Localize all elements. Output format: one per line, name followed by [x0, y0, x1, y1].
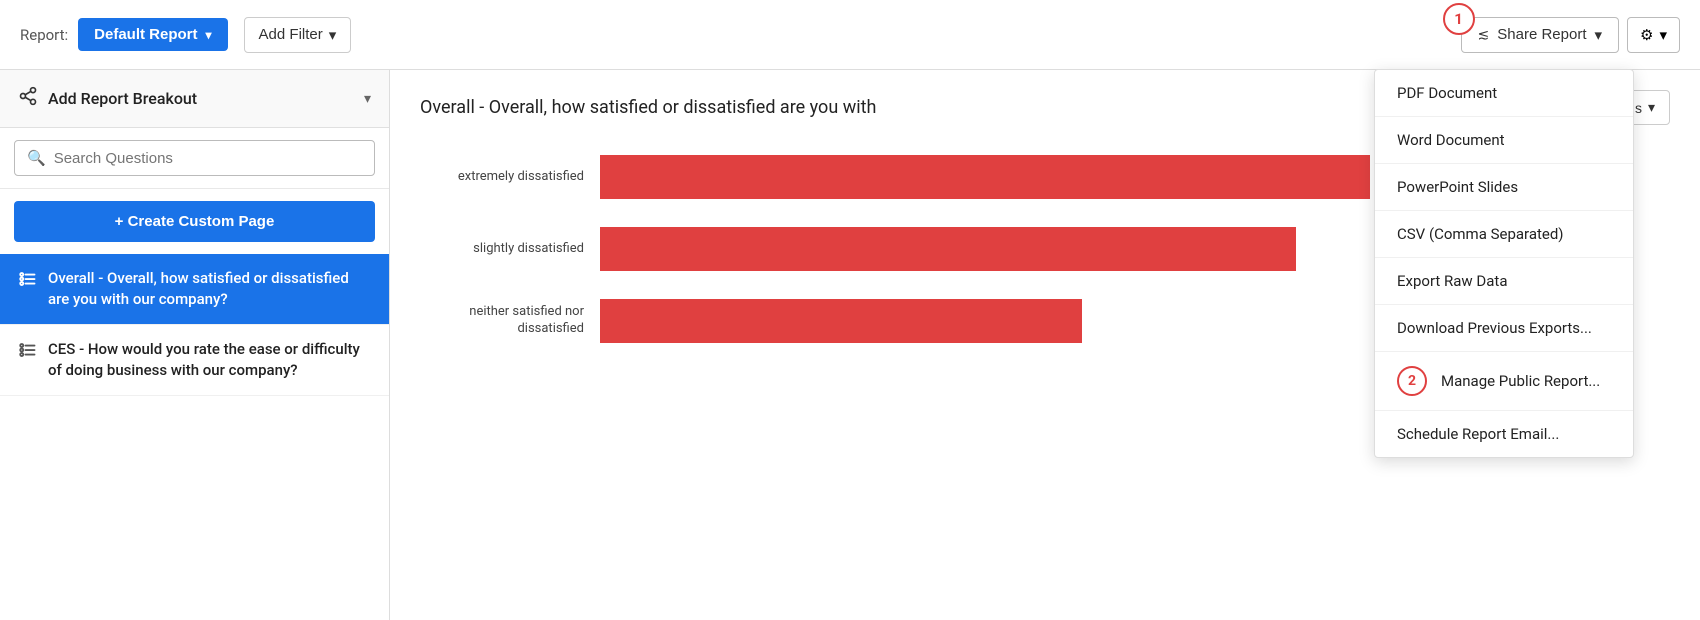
manage-public-badge: 2 [1397, 366, 1427, 396]
bar-label-1: extremely dissatisfied [420, 169, 600, 186]
dropdown-item-powerpoint[interactable]: PowerPoint Slides [1375, 164, 1633, 211]
report-label: Report: [20, 26, 68, 44]
search-container: 🔍 [0, 128, 389, 189]
powerpoint-label: PowerPoint Slides [1397, 178, 1518, 196]
share-report-label: Share Report [1497, 26, 1586, 43]
share-badge-1: 1 [1443, 3, 1475, 35]
dropdown-item-export-raw[interactable]: Export Raw Data [1375, 258, 1633, 305]
create-custom-page-button[interactable]: + Create Custom Page [14, 201, 375, 242]
search-input-wrap: 🔍 [14, 140, 375, 176]
header-right: 1 ≲ Share Report ▾ ⚙ ▾ PDF Document Word… [1461, 17, 1680, 53]
bar-label-2: slightly dissatisfied [420, 241, 600, 258]
sidebar-item-icon-2 [18, 341, 36, 363]
csv-label: CSV (Comma Separated) [1397, 225, 1564, 243]
bar-fill-1 [600, 155, 1370, 199]
header: Report: Default Report ▾ Add Filter ▾ 1 … [0, 0, 1700, 70]
content-title: Overall - Overall, how satisfied or diss… [420, 97, 876, 118]
bar-fill-2 [600, 227, 1296, 271]
breakout-icon [18, 86, 38, 111]
dropdown-item-pdf[interactable]: PDF Document [1375, 70, 1633, 117]
add-filter-button[interactable]: Add Filter ▾ [244, 17, 352, 53]
default-report-chevron: ▾ [206, 28, 212, 42]
create-custom-label: + Create Custom Page [115, 213, 275, 230]
options-chevron: ▾ [1648, 99, 1655, 116]
search-icon: 🔍 [27, 149, 46, 167]
dropdown-item-download-prev[interactable]: Download Previous Exports... [1375, 305, 1633, 352]
dropdown-item-csv[interactable]: CSV (Comma Separated) [1375, 211, 1633, 258]
add-filter-label: Add Filter [259, 26, 323, 43]
bar-fill-3 [600, 299, 1082, 343]
dropdown-item-schedule[interactable]: Schedule Report Email... [1375, 411, 1633, 457]
sidebar-item-ces[interactable]: CES - How would you rate the ease or dif… [0, 325, 389, 396]
sidebar-item-icon-1 [18, 270, 36, 292]
bar-label-3: neither satisfied nordissatisfied [420, 304, 600, 338]
pdf-label: PDF Document [1397, 84, 1497, 102]
breakout-label: Add Report Breakout [48, 89, 364, 108]
share-dropdown-menu: PDF Document Word Document PowerPoint Sl… [1374, 69, 1634, 458]
export-raw-label: Export Raw Data [1397, 272, 1508, 290]
sidebar-item-text-2: CES - How would you rate the ease or dif… [48, 339, 371, 381]
default-report-button[interactable]: Default Report ▾ [78, 18, 227, 51]
sidebar-item-text-1: Overall - Overall, how satisfied or diss… [48, 268, 371, 310]
manage-public-label: Manage Public Report... [1441, 372, 1600, 390]
gear-chevron: ▾ [1659, 26, 1667, 44]
add-report-breakout-button[interactable]: Add Report Breakout ▾ [0, 70, 389, 128]
share-report-chevron: ▾ [1594, 26, 1602, 44]
schedule-label: Schedule Report Email... [1397, 425, 1559, 443]
sidebar: Add Report Breakout ▾ 🔍 + Create Custom … [0, 70, 390, 620]
gear-icon: ⚙ [1640, 26, 1653, 44]
sidebar-item-overall[interactable]: Overall - Overall, how satisfied or diss… [0, 254, 389, 325]
share-icon: ≲ [1478, 26, 1490, 43]
breakout-chevron: ▾ [364, 91, 371, 107]
add-filter-chevron: ▾ [329, 26, 337, 44]
dropdown-item-word[interactable]: Word Document [1375, 117, 1633, 164]
share-report-button[interactable]: ≲ Share Report ▾ [1461, 17, 1619, 53]
download-prev-label: Download Previous Exports... [1397, 319, 1592, 337]
default-report-label: Default Report [94, 26, 197, 43]
search-input[interactable] [54, 150, 362, 167]
dropdown-item-manage-public[interactable]: 2 Manage Public Report... [1375, 352, 1633, 411]
gear-settings-button[interactable]: ⚙ ▾ [1627, 17, 1680, 53]
word-label: Word Document [1397, 131, 1505, 149]
